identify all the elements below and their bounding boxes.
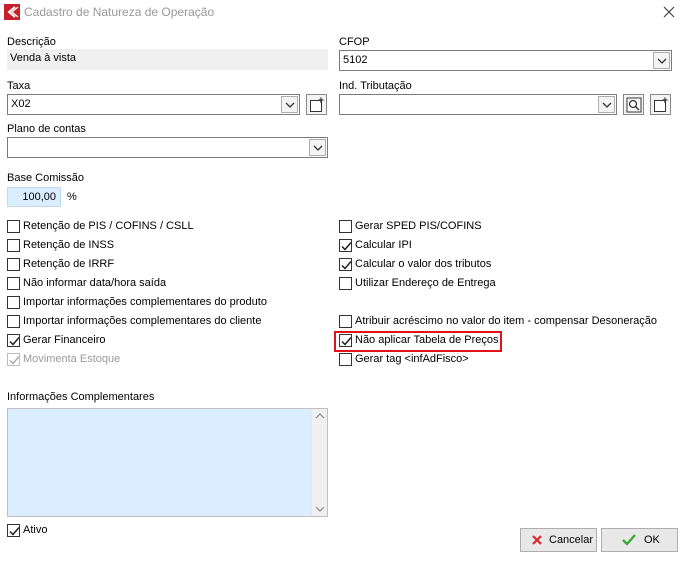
gerar-tag-checkbox[interactable] [339,353,352,366]
gerar-sped-label: Gerar SPED PIS/COFINS [355,220,482,232]
chevron-down-icon[interactable] [653,52,670,69]
importar-info-produto-checkbox[interactable] [7,296,20,309]
ok-button[interactable]: OK [601,528,678,552]
info-complementares-textarea[interactable] [7,408,328,517]
ativo-checkbox[interactable] [7,524,20,537]
retencao-inss-checkbox[interactable] [7,239,20,252]
endereco-entrega-label: Utilizar Endereço de Entrega [355,277,496,289]
search-icon [626,97,642,113]
cfop-label: CFOP [339,36,370,48]
importar-info-produto-label: Importar informações complementares do p… [23,296,267,308]
search-tributacao-button[interactable] [623,94,644,115]
importar-info-cliente-label: Importar informações complementares do c… [23,315,262,327]
retencao-pis-checkbox[interactable] [7,220,20,233]
checkmark-icon [9,356,20,365]
nao-aplicar-tabela-checkbox[interactable] [339,334,352,347]
close-icon[interactable] [660,3,678,21]
checkmark-icon [341,337,352,346]
checkmark-icon [341,242,352,251]
retencao-inss-label: Retenção de INSS [23,239,115,251]
base-comissao-input[interactable]: 100,00 [7,187,61,207]
descricao-field[interactable]: Venda à vista [7,49,328,70]
cfop-value: 5102 [343,54,368,66]
retencao-pis-label: Retenção de PIS / COFINS / CSLL [23,220,194,232]
movimenta-estoque-checkbox[interactable] [7,353,20,366]
chevron-down-icon[interactable] [598,96,615,113]
chevron-down-icon[interactable] [309,139,326,156]
calcular-tributos-label: Calcular o valor dos tributos [355,258,492,270]
scrollbar[interactable] [311,409,327,516]
ok-button-label: OK [644,534,660,546]
ind-tributacao-label: Ind. Tributação [339,80,412,92]
percent-unit: % [67,191,77,203]
movimenta-estoque-label: Movimenta Estoque [23,353,121,365]
new-document-icon [310,97,324,112]
gerar-sped-checkbox[interactable] [339,220,352,233]
nao-informar-data-checkbox[interactable] [7,277,20,290]
gerar-tag-label: Gerar tag <infAdFisco> [355,353,469,365]
check-icon [622,534,636,546]
cancel-button[interactable]: Cancelar [520,528,597,552]
retencao-irrf-label: Retenção de IRRF [23,258,115,270]
app-logo-icon [4,4,20,20]
ativo-label: Ativo [23,524,48,536]
window-title: Cadastro de Natureza de Operação [24,5,215,19]
taxa-label: Taxa [7,80,31,92]
atribuir-acrescimo-label: Atribuir acréscimo no valor do item - co… [355,315,658,327]
chevron-down-icon[interactable] [281,96,298,113]
taxa-select[interactable]: X02 [7,94,300,115]
cancel-button-label: Cancelar [549,534,594,546]
taxa-value: X02 [11,98,31,110]
calcular-ipi-checkbox[interactable] [339,239,352,252]
checkmark-icon [9,527,20,536]
nao-aplicar-tabela-label: Não aplicar Tabela de Preços [355,334,499,346]
base-comissao-label: Base Comissão [7,172,85,184]
calcular-ipi-label: Calcular IPI [355,239,412,251]
plano-contas-label: Plano de contas [7,123,86,135]
retencao-irrf-checkbox[interactable] [7,258,20,271]
title-bar: Cadastro de Natureza de Operação [0,0,686,26]
endereco-entrega-checkbox[interactable] [339,277,352,290]
descricao-label: Descrição [7,36,56,48]
gerar-financeiro-checkbox[interactable] [7,334,20,347]
calcular-tributos-checkbox[interactable] [339,258,352,271]
gerar-financeiro-label: Gerar Financeiro [23,334,106,346]
checkmark-icon [341,261,352,270]
cfop-select[interactable]: 5102 [339,50,672,71]
new-document-icon [654,97,668,112]
checkmark-icon [9,337,20,346]
new-taxa-button[interactable] [306,94,327,115]
atribuir-acrescimo-checkbox[interactable] [339,315,352,328]
new-tributacao-button[interactable] [650,94,671,115]
ind-tributacao-select[interactable] [339,94,617,115]
plano-contas-select[interactable] [7,137,328,158]
importar-info-cliente-checkbox[interactable] [7,315,20,328]
info-complementares-label: Informações Complementares [7,391,155,403]
nao-informar-data-label: Não informar data/hora saída [23,277,167,289]
cancel-icon [532,535,542,545]
